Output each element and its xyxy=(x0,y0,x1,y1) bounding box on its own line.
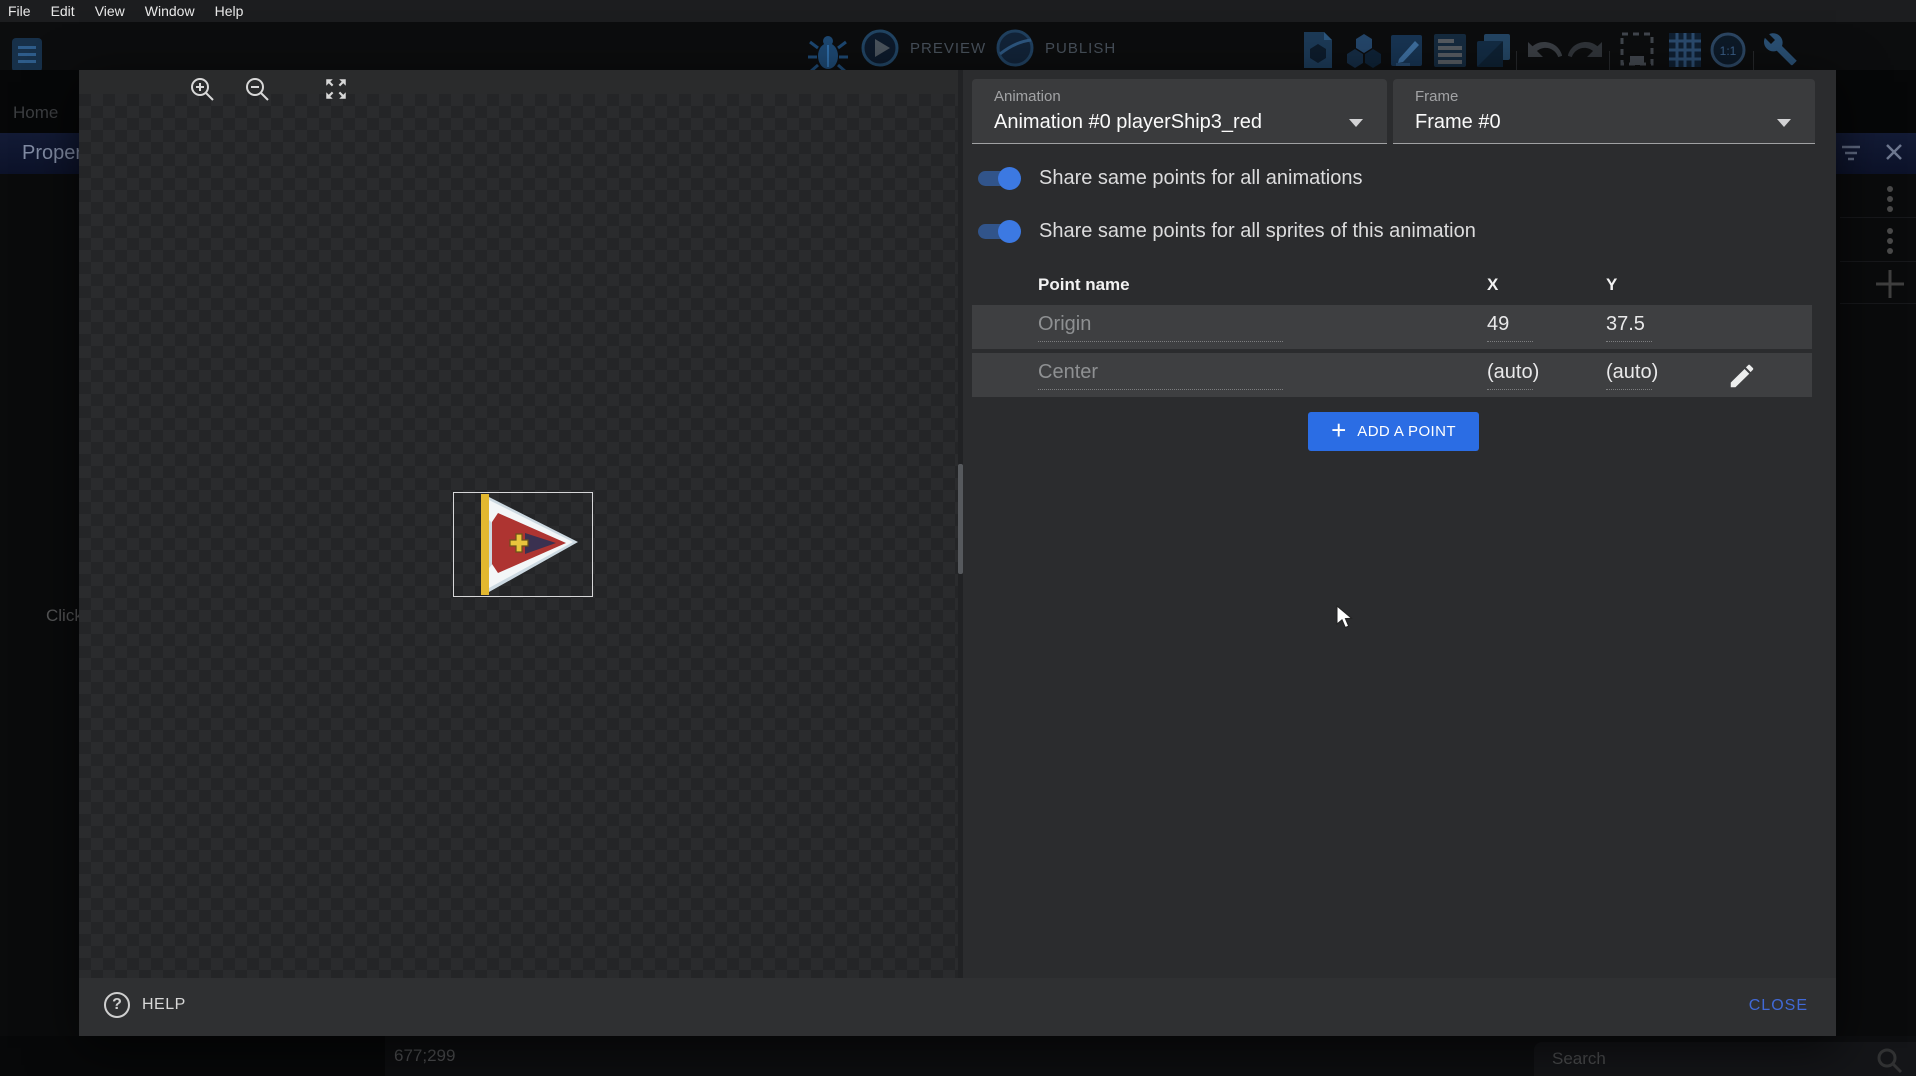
animation-select-value: Animation #0 playerShip3_red xyxy=(994,111,1262,134)
point-x-field[interactable]: 49 xyxy=(1487,313,1533,342)
status-bar-left-segment xyxy=(0,1036,385,1076)
publish-button[interactable]: PUBLISH xyxy=(995,28,1116,68)
add-a-point-button[interactable]: + ADD A POINT xyxy=(1308,412,1479,451)
kebab-menu-icon[interactable] xyxy=(1884,184,1896,214)
menu-edit[interactable]: Edit xyxy=(51,3,75,19)
points-table-header: Point name X Y xyxy=(972,265,1812,305)
sprite-canvas[interactable] xyxy=(79,70,958,978)
header-point-name: Point name xyxy=(1038,275,1130,295)
points-panel: Animation Animation #0 playerShip3_red F… xyxy=(963,70,1836,978)
zoom-out-icon[interactable] xyxy=(244,76,270,102)
dialog-footer: ? HELP CLOSE xyxy=(79,978,1836,1036)
toggle-label: Share same points for all sprites of thi… xyxy=(1039,220,1476,243)
close-button[interactable]: CLOSE xyxy=(1749,997,1808,1015)
kebab-menu-icon[interactable] xyxy=(1884,226,1896,256)
table-row-center[interactable]: Center (auto) (auto) xyxy=(972,353,1812,397)
app-window: File Edit View Window Help xyxy=(0,0,1916,1076)
edit-pencil-icon[interactable] xyxy=(1727,361,1757,391)
filter-icon[interactable] xyxy=(1841,144,1861,162)
toolbar: PREVIEW PUBLISH xyxy=(0,22,1916,70)
menu-file[interactable]: File xyxy=(8,3,31,19)
layers-icon[interactable] xyxy=(1474,30,1512,70)
preview-label: PREVIEW xyxy=(910,40,986,57)
edit-points-dialog: Animation Animation #0 playerShip3_red F… xyxy=(79,70,1836,1036)
menu-help[interactable]: Help xyxy=(215,3,244,19)
edit-scene-icon[interactable] xyxy=(1388,30,1426,70)
plus-icon: + xyxy=(1331,417,1346,443)
undo-icon[interactable] xyxy=(1526,32,1562,66)
wrench-icon[interactable] xyxy=(1762,30,1800,70)
instances-icon[interactable] xyxy=(1345,30,1383,70)
close-icon[interactable] xyxy=(1885,143,1903,161)
help-label: HELP xyxy=(142,996,186,1014)
chevron-down-icon xyxy=(1349,119,1363,127)
menu-view[interactable]: View xyxy=(95,3,125,19)
point-x-field[interactable]: (auto) xyxy=(1487,361,1533,390)
publish-globe-icon xyxy=(995,28,1035,68)
publish-label: PUBLISH xyxy=(1045,40,1116,57)
help-icon: ? xyxy=(104,992,130,1018)
background-hint-text: Click xyxy=(46,606,83,626)
mask-icon[interactable] xyxy=(1618,30,1656,70)
add-icon[interactable] xyxy=(1874,268,1906,300)
help-button[interactable]: ? HELP xyxy=(104,992,186,1018)
grid-icon[interactable] xyxy=(1666,30,1704,70)
menu-window[interactable]: Window xyxy=(145,3,195,19)
mouse-cursor xyxy=(1336,605,1358,631)
toggle-share-all-sprites[interactable]: Share same points for all sprites of thi… xyxy=(976,213,1476,249)
status-bar: 677;299 Search xyxy=(0,1036,1916,1076)
search-icon xyxy=(1874,1045,1904,1075)
fit-to-screen-icon[interactable] xyxy=(323,76,349,102)
zoom-in-icon[interactable] xyxy=(189,76,215,102)
chevron-down-icon xyxy=(1777,119,1791,127)
frame-select[interactable]: Frame Frame #0 xyxy=(1393,79,1815,144)
point-y-field[interactable]: 37.5 xyxy=(1606,313,1652,342)
zoom-1-1-icon[interactable]: 1:1 xyxy=(1708,30,1748,70)
table-row-origin[interactable]: Origin 49 37.5 xyxy=(972,305,1812,349)
toggle-switch[interactable] xyxy=(976,219,1021,243)
objects-icon[interactable] xyxy=(1300,30,1338,70)
toggle-label: Share same points for all animations xyxy=(1039,167,1363,190)
add-a-point-label: ADD A POINT xyxy=(1357,423,1456,440)
preview-button[interactable]: PREVIEW xyxy=(860,28,986,68)
menu-bar: File Edit View Window Help xyxy=(0,0,1916,22)
search-input[interactable]: Search xyxy=(1534,1042,1916,1076)
properties-title: Proper xyxy=(22,142,82,165)
animation-select[interactable]: Animation Animation #0 playerShip3_red xyxy=(972,79,1387,144)
cursor-coordinates: 677;299 xyxy=(394,1046,455,1066)
point-name-field: Origin xyxy=(1038,313,1283,342)
toggle-switch[interactable] xyxy=(976,166,1021,190)
points-table: Point name X Y Origin 49 37.5 Center (au… xyxy=(972,265,1812,401)
frame-select-value: Frame #0 xyxy=(1415,111,1501,134)
point-name-field: Center xyxy=(1038,361,1283,390)
sprite-image xyxy=(454,493,592,596)
header-x: X xyxy=(1487,275,1498,295)
svg-text:1:1: 1:1 xyxy=(1720,44,1737,58)
frame-select-label: Frame xyxy=(1415,88,1458,105)
preview-play-icon xyxy=(860,28,900,68)
animation-select-label: Animation xyxy=(994,88,1061,105)
events-icon[interactable] xyxy=(1431,30,1469,70)
sprite-bounds xyxy=(453,492,593,597)
tab-home[interactable]: Home xyxy=(13,103,58,123)
search-placeholder: Search xyxy=(1552,1049,1606,1069)
redo-icon[interactable] xyxy=(1568,32,1604,66)
header-y: Y xyxy=(1606,275,1617,295)
toggle-share-all-animations[interactable]: Share same points for all animations xyxy=(976,160,1363,196)
point-y-field[interactable]: (auto) xyxy=(1606,361,1652,390)
